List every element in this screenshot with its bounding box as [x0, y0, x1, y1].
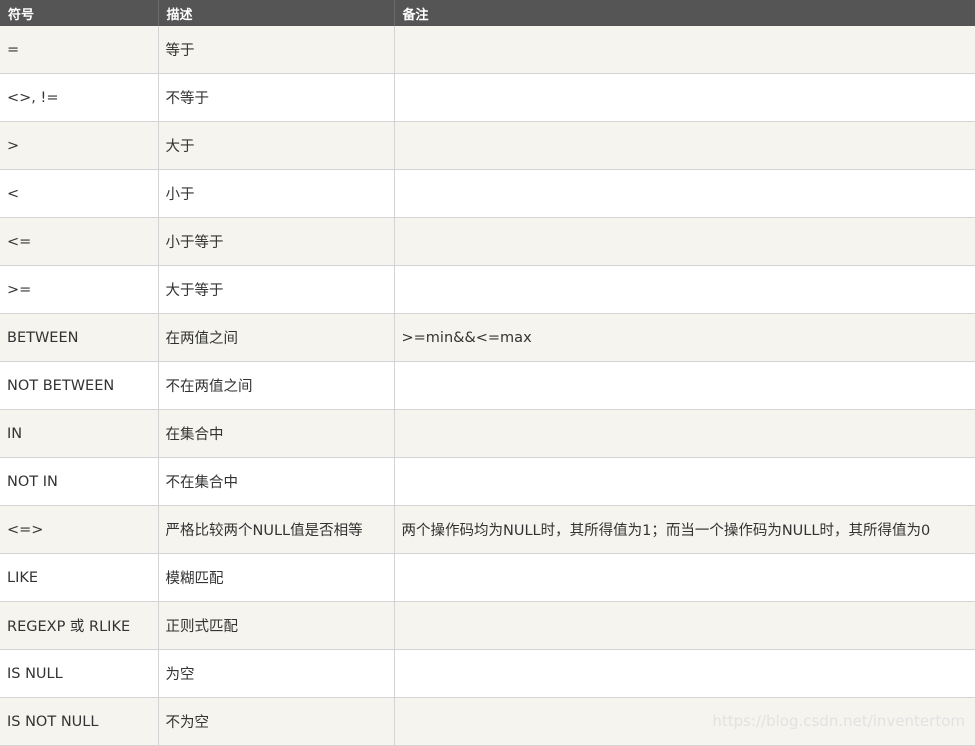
table-row: LIKE 模糊匹配: [0, 553, 975, 602]
table-row: > 大于: [0, 121, 975, 170]
remark-cell: [394, 121, 975, 170]
remark-cell: 两个操作码均为NULL时，其所得值为1；而当一个操作码为NULL时，其所得值为0: [394, 505, 975, 554]
table-row: = 等于: [0, 26, 975, 74]
description-cell: 小于: [158, 169, 395, 218]
remark-cell: [394, 457, 975, 506]
description-cell: 不在集合中: [158, 457, 395, 506]
symbol-cell: NOT IN: [0, 457, 159, 506]
symbol-cell: IN: [0, 409, 159, 458]
header-description: 描述: [158, 0, 395, 26]
remark-cell: [394, 649, 975, 698]
symbol-cell: >=: [0, 265, 159, 314]
description-cell: 不等于: [158, 73, 395, 122]
remark-cell: [394, 265, 975, 314]
symbol-cell: >: [0, 121, 159, 170]
table-row: NOT IN 不在集合中: [0, 457, 975, 506]
table-row: IN 在集合中: [0, 409, 975, 458]
description-cell: 严格比较两个NULL值是否相等: [158, 505, 395, 554]
remark-cell: [394, 169, 975, 218]
remark-cell: [394, 217, 975, 266]
remark-cell: [394, 409, 975, 458]
remark-cell: >=min&&<=max: [394, 313, 975, 362]
remark-cell: [394, 553, 975, 602]
symbol-cell: BETWEEN: [0, 313, 159, 362]
table-row: REGEXP 或 RLIKE 正则式匹配: [0, 601, 975, 650]
description-cell: 模糊匹配: [158, 553, 395, 602]
description-cell: 大于等于: [158, 265, 395, 314]
table-row: NOT BETWEEN 不在两值之间: [0, 361, 975, 410]
description-cell: 在集合中: [158, 409, 395, 458]
symbol-cell: <: [0, 169, 159, 218]
symbol-cell: IS NOT NULL: [0, 697, 159, 746]
description-cell: 为空: [158, 649, 395, 698]
symbol-cell: <=>: [0, 505, 159, 554]
symbol-cell: NOT BETWEEN: [0, 361, 159, 410]
header-symbol: 符号: [0, 0, 159, 26]
remark-cell: [394, 601, 975, 650]
remark-cell: [394, 361, 975, 410]
table-header: 符号 描述 备注: [0, 0, 975, 26]
table-row: <>, != 不等于: [0, 73, 975, 122]
operator-table: 符号 描述 备注 = 等于 <>, != 不等于 > 大于 < 小于 <= 小于…: [0, 0, 975, 746]
table-row: <= 小于等于: [0, 217, 975, 266]
description-cell: 等于: [158, 26, 395, 74]
table-row: < 小于: [0, 169, 975, 218]
description-cell: 不在两值之间: [158, 361, 395, 410]
symbol-cell: =: [0, 26, 159, 74]
table-row: IS NULL 为空: [0, 649, 975, 698]
symbol-cell: <=: [0, 217, 159, 266]
remark-cell: [394, 73, 975, 122]
symbol-cell: LIKE: [0, 553, 159, 602]
symbol-cell: <>, !=: [0, 73, 159, 122]
remark-cell: [394, 697, 975, 746]
description-cell: 小于等于: [158, 217, 395, 266]
remark-cell: [394, 26, 975, 74]
symbol-cell: REGEXP 或 RLIKE: [0, 601, 159, 650]
table-body: = 等于 <>, != 不等于 > 大于 < 小于 <= 小于等于 >= 大于等…: [0, 26, 975, 746]
table-row: <=> 严格比较两个NULL值是否相等 两个操作码均为NULL时，其所得值为1；…: [0, 505, 975, 554]
description-cell: 在两值之间: [158, 313, 395, 362]
description-cell: 不为空: [158, 697, 395, 746]
table-row: >= 大于等于: [0, 265, 975, 314]
header-row: 符号 描述 备注: [0, 0, 975, 26]
table-row: BETWEEN 在两值之间 >=min&&<=max: [0, 313, 975, 362]
description-cell: 大于: [158, 121, 395, 170]
table-row: IS NOT NULL 不为空: [0, 697, 975, 746]
symbol-cell: IS NULL: [0, 649, 159, 698]
header-remark: 备注: [394, 0, 975, 26]
description-cell: 正则式匹配: [158, 601, 395, 650]
